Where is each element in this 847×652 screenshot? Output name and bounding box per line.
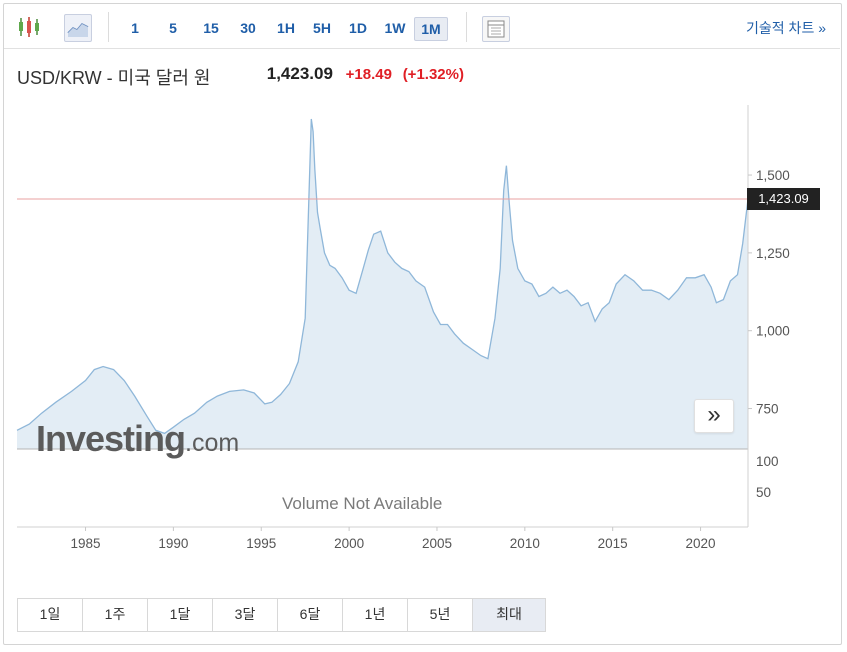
volume-tick-label: 50 bbox=[756, 485, 771, 500]
range-max[interactable]: 최대 bbox=[472, 598, 546, 632]
investing-logo: Investing.com bbox=[36, 418, 239, 460]
y-tick-label: 750 bbox=[756, 402, 779, 417]
current-price-tag: 1,423.09 bbox=[747, 187, 820, 210]
x-tick-label: 2015 bbox=[598, 536, 628, 551]
y-tick-label: 1,000 bbox=[756, 324, 790, 339]
x-axis-ticks: 1985 1990 1995 2000 2005 2010 2015 2020 bbox=[71, 527, 716, 551]
range-selector: 1일 1주 1달 3달 6달 1년 5년 최대 bbox=[17, 598, 546, 632]
range-5-years[interactable]: 5년 bbox=[407, 598, 473, 632]
volume-axis-ticks: 50 100 bbox=[756, 454, 779, 500]
range-6-months[interactable]: 6달 bbox=[277, 598, 343, 632]
volume-tick-label: 100 bbox=[756, 454, 779, 469]
range-1-month[interactable]: 1달 bbox=[147, 598, 213, 632]
range-1-week[interactable]: 1주 bbox=[82, 598, 148, 632]
logo-word: Investing bbox=[36, 418, 186, 459]
volume-not-available: Volume Not Available bbox=[282, 494, 443, 513]
x-tick-label: 1985 bbox=[71, 536, 101, 551]
scroll-right-button[interactable]: » bbox=[694, 399, 734, 433]
logo-suffix: .com bbox=[185, 429, 240, 457]
y-tick-label: 1,250 bbox=[756, 246, 790, 261]
x-tick-label: 1990 bbox=[158, 536, 188, 551]
x-tick-label: 2005 bbox=[422, 536, 452, 551]
range-3-months[interactable]: 3달 bbox=[212, 598, 278, 632]
price-area-fill bbox=[17, 119, 748, 449]
x-tick-label: 1995 bbox=[246, 536, 276, 551]
x-tick-label: 2020 bbox=[686, 536, 716, 551]
range-1-year[interactable]: 1년 bbox=[342, 598, 408, 632]
range-1-day[interactable]: 1일 bbox=[17, 598, 83, 632]
y-tick-label: 1,500 bbox=[756, 168, 790, 183]
x-tick-label: 2010 bbox=[510, 536, 540, 551]
x-tick-label: 2000 bbox=[334, 536, 364, 551]
price-chart[interactable]: 750 1,000 1,250 1,500 1985 1990 1995 2000 2005 2… bbox=[0, 0, 847, 652]
